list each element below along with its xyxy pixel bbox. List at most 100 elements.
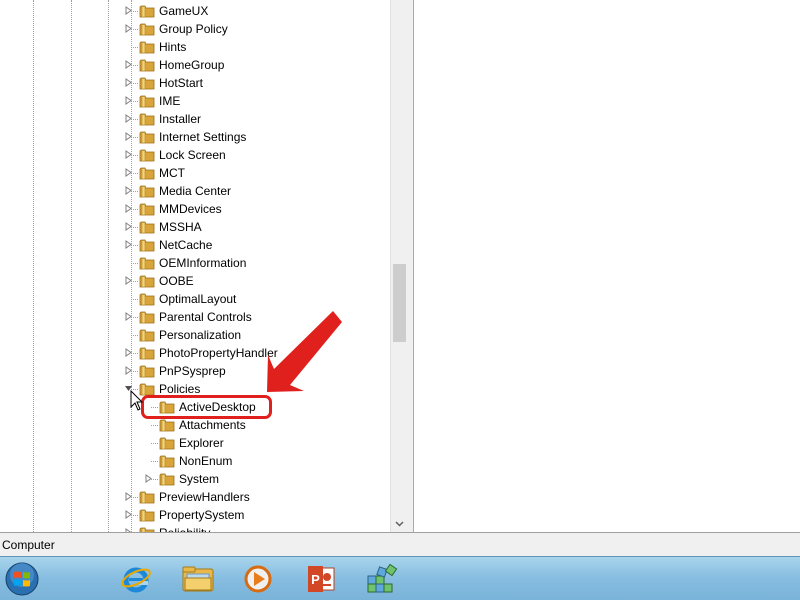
media-player-button[interactable]: [240, 561, 276, 597]
expand-arrow-icon[interactable]: [124, 204, 133, 213]
tree-item[interactable]: PropertySystem: [0, 506, 390, 524]
expand-arrow-icon[interactable]: [144, 474, 153, 483]
tree-item-label: HomeGroup: [159, 58, 225, 72]
tree-item[interactable]: Installer: [0, 110, 390, 128]
expand-arrow-icon[interactable]: [124, 6, 133, 15]
windows-start-orb-icon: [5, 562, 39, 596]
powerpoint-icon: P: [308, 566, 335, 592]
folder-icon: [139, 57, 155, 73]
tree-child-item[interactable]: NonEnum: [0, 452, 390, 470]
registry-tree[interactable]: GameUX Group Policy Hints HomeGroup HotStart…: [0, 0, 390, 532]
folder-icon: [139, 525, 155, 532]
tree-item-label: MMDevices: [159, 202, 222, 216]
expand-arrow-icon[interactable]: [124, 150, 133, 159]
expand-arrow-icon[interactable]: [124, 222, 133, 231]
expand-arrow-icon[interactable]: [124, 96, 133, 105]
expand-arrow-icon[interactable]: [124, 168, 133, 177]
tree-connector: [131, 47, 138, 48]
tree-item[interactable]: PreviewHandlers: [0, 488, 390, 506]
tree-item[interactable]: HotStart: [0, 74, 390, 92]
tree-item[interactable]: HomeGroup: [0, 56, 390, 74]
folder-icon: [159, 435, 175, 451]
values-pane[interactable]: [413, 0, 799, 532]
folder-icon: [139, 273, 155, 289]
tree-child-item[interactable]: Explorer: [0, 434, 390, 452]
registry-editor-window: GameUX Group Policy Hints HomeGroup HotStart…: [0, 0, 800, 556]
scroll-down-button[interactable]: [391, 515, 408, 532]
tree-item[interactable]: Lock Screen: [0, 146, 390, 164]
tree-item-label: IME: [159, 94, 181, 108]
expand-arrow-icon[interactable]: [124, 510, 133, 519]
tree-item-label: PropertySystem: [159, 508, 245, 522]
tree-item[interactable]: MCT: [0, 164, 390, 182]
tree-item[interactable]: OOBE: [0, 272, 390, 290]
folder-icon: [139, 291, 155, 307]
mouse-cursor-icon: [130, 390, 144, 411]
tree-item-label: OOBE: [159, 274, 194, 288]
folder-icon: [139, 255, 155, 271]
file-explorer-icon: [182, 566, 214, 592]
tree-item-label: PhotoPropertyHandler: [159, 346, 278, 360]
expand-arrow-icon[interactable]: [124, 24, 133, 33]
folder-icon: [139, 39, 155, 55]
tree-connector: [131, 299, 138, 300]
tree-item-label: MCT: [159, 166, 185, 180]
tree-item-label: System: [179, 472, 220, 486]
tree-item[interactable]: IME: [0, 92, 390, 110]
expand-arrow-icon[interactable]: [124, 312, 133, 321]
tree-item[interactable]: MMDevices: [0, 200, 390, 218]
tree-item[interactable]: Reliability: [0, 524, 390, 532]
tree-item[interactable]: GameUX: [0, 2, 390, 20]
folder-icon: [159, 453, 175, 469]
expand-arrow-icon[interactable]: [124, 186, 133, 195]
folder-icon: [139, 129, 155, 145]
expand-arrow-icon[interactable]: [124, 276, 133, 285]
expand-arrow-icon[interactable]: [124, 240, 133, 249]
powerpoint-button[interactable]: P: [303, 561, 339, 597]
tree-item[interactable]: Group Policy: [0, 20, 390, 38]
folder-icon: [139, 111, 155, 127]
tree-item[interactable]: NetCache: [0, 236, 390, 254]
folder-icon: [139, 21, 155, 37]
tree-item[interactable]: Hints: [0, 38, 390, 56]
registry-editor-button[interactable]: [364, 561, 400, 597]
taskbar: P: [0, 556, 800, 600]
tree-item-label: OEMInformation: [159, 256, 247, 270]
tree-item[interactable]: Internet Settings: [0, 128, 390, 146]
folder-icon: [139, 363, 155, 379]
start-button[interactable]: [4, 561, 40, 597]
folder-icon: [139, 3, 155, 19]
folder-icon: [139, 75, 155, 91]
file-explorer-button[interactable]: [180, 561, 216, 597]
expand-arrow-icon[interactable]: [124, 132, 133, 141]
folder-icon: [139, 147, 155, 163]
tree-child-item[interactable]: System: [0, 470, 390, 488]
scrollbar-thumb[interactable]: [393, 264, 406, 342]
status-path: Computer: [2, 538, 55, 552]
svg-text:P: P: [311, 572, 320, 587]
folder-icon: [139, 237, 155, 253]
expand-arrow-icon[interactable]: [124, 492, 133, 501]
tree-item[interactable]: OEMInformation: [0, 254, 390, 272]
expand-arrow-icon[interactable]: [124, 114, 133, 123]
tree-item-label: GameUX: [159, 4, 209, 18]
tree-item-label: Parental Controls: [159, 310, 252, 324]
expand-arrow-icon[interactable]: [124, 366, 133, 375]
folder-icon: [159, 417, 175, 433]
tree-item-label: HotStart: [159, 76, 204, 90]
tree-item-label: NetCache: [159, 238, 213, 252]
tree-vertical-scrollbar[interactable]: [390, 0, 408, 532]
internet-explorer-button[interactable]: [118, 561, 154, 597]
tree-item-label: Group Policy: [159, 22, 228, 36]
folder-icon: [139, 183, 155, 199]
expand-arrow-icon[interactable]: [124, 60, 133, 69]
status-bar: Computer: [0, 532, 800, 556]
tree-item-label: NonEnum: [179, 454, 233, 468]
tree-item[interactable]: Media Center: [0, 182, 390, 200]
registry-editor-icon: [367, 563, 398, 593]
expand-arrow-icon[interactable]: [124, 78, 133, 87]
folder-icon: [139, 201, 155, 217]
tree-item[interactable]: MSSHA: [0, 218, 390, 236]
tree-item-label: Explorer: [179, 436, 224, 450]
expand-arrow-icon[interactable]: [124, 348, 133, 357]
